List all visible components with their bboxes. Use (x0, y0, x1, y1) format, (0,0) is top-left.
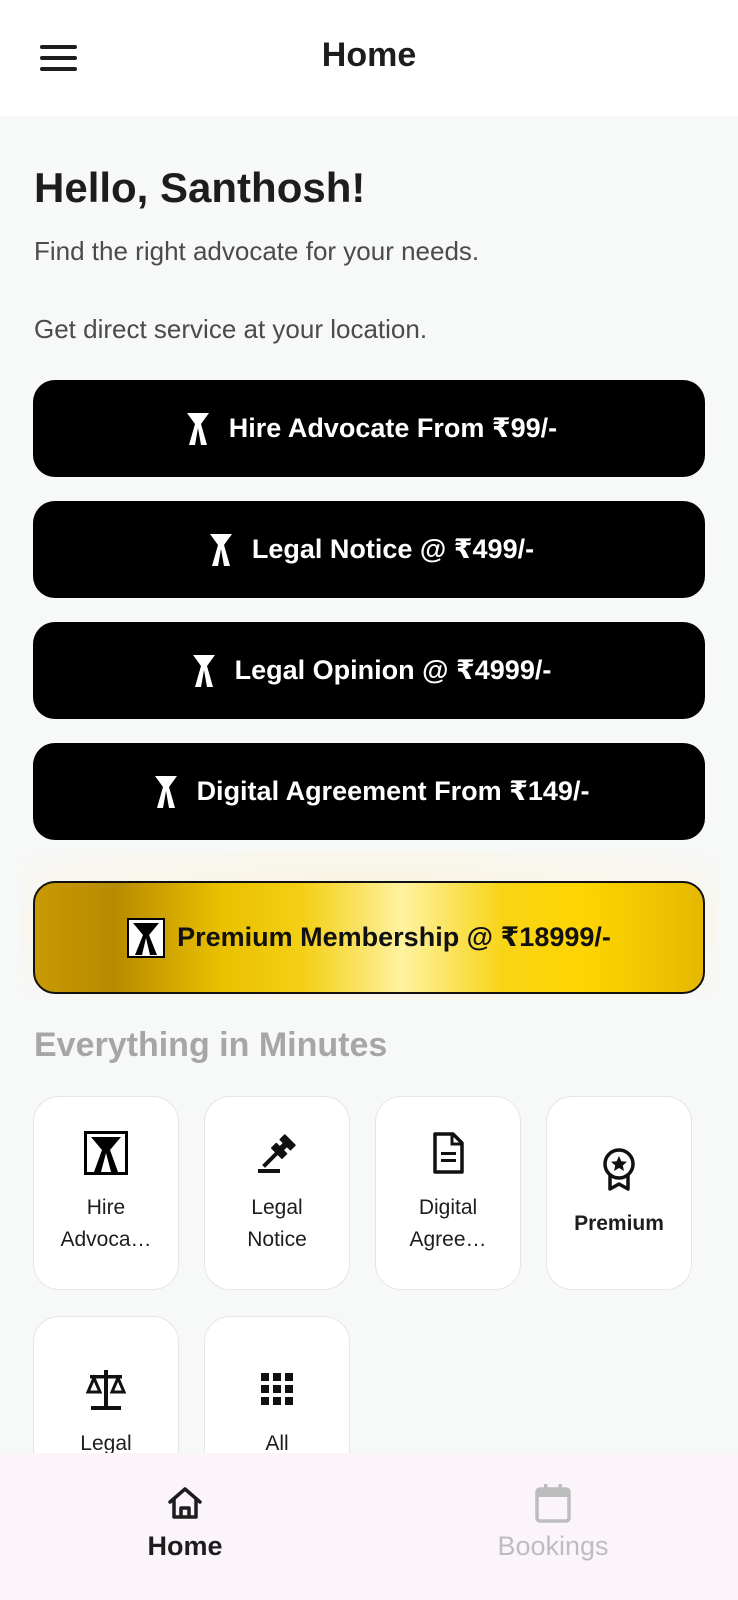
tile-label: All (265, 1432, 289, 1453)
nav-bookings-label: Bookings (497, 1531, 609, 1561)
legal-notice-button[interactable]: Legal Notice @ ₹499/- (33, 501, 705, 598)
advocate-band-icon (84, 1131, 128, 1175)
premium-membership-label: Premium Membership @ ₹18999/- (177, 922, 611, 952)
digital-agreement-label: Digital Agreement From ₹149/- (196, 776, 590, 806)
gavel-icon (258, 1134, 296, 1173)
nav-bookings[interactable]: Bookings (453, 1481, 653, 1562)
home-content[interactable]: Hello, Santhosh! Find the right advocate… (0, 116, 738, 1453)
scales-icon (85, 1370, 127, 1410)
hire-advocate-button[interactable]: Hire Advocate From ₹99/- (33, 380, 705, 477)
tile-label: Premium (574, 1212, 664, 1235)
calendar-icon (535, 1484, 571, 1523)
home-icon (168, 1487, 202, 1519)
tile-label: Hire Advoca… (60, 1196, 152, 1251)
section-title: Everything in Minutes (34, 1026, 388, 1064)
tile-label: Digital Agree… (409, 1196, 487, 1251)
advocate-band-icon (148, 772, 183, 811)
tile-digital-agreement[interactable]: Digital Agree… (375, 1096, 521, 1290)
tile-legal-notice[interactable]: Legal Notice (204, 1096, 350, 1290)
advocate-band-icon (186, 651, 221, 690)
tile-label: Legal Notice (247, 1196, 307, 1251)
legal-notice-label: Legal Notice @ ₹499/- (251, 534, 535, 564)
premium-membership-button[interactable]: Premium Membership @ ₹18999/- (33, 881, 705, 994)
advocate-band-icon (203, 530, 238, 569)
page-title: Home (321, 36, 417, 74)
advocate-band-icon (127, 917, 166, 958)
legal-opinion-label: Legal Opinion @ ₹4999/- (234, 655, 552, 685)
app-bar: Home (0, 0, 738, 116)
hire-advocate-label: Hire Advocate From ₹99/- (228, 413, 558, 443)
tile-hire-advocate[interactable]: Hire Advoca… (33, 1096, 179, 1290)
bottom-navigation: Home Bookings (0, 1453, 738, 1600)
greeting-subtitle: Find the right advocate for your needs. (34, 236, 480, 266)
award-badge-icon (603, 1148, 635, 1191)
tile-premium[interactable]: Premium (546, 1096, 692, 1290)
greeting-title: Hello, Santhosh! (34, 164, 366, 211)
advocate-band-icon (180, 409, 215, 448)
legal-opinion-button[interactable]: Legal Opinion @ ₹4999/- (33, 622, 705, 719)
digital-agreement-button[interactable]: Digital Agreement From ₹149/- (33, 743, 705, 840)
document-icon (433, 1132, 464, 1174)
tile-all[interactable]: All (204, 1316, 350, 1453)
tile-label: Legal (80, 1432, 132, 1453)
tile-legal[interactable]: Legal (33, 1316, 179, 1453)
nav-home-label: Home (147, 1531, 223, 1561)
greeting-subtitle-location: Get direct service at your location. (34, 314, 428, 344)
grid-icon (261, 1373, 293, 1405)
nav-home[interactable]: Home (85, 1481, 285, 1562)
